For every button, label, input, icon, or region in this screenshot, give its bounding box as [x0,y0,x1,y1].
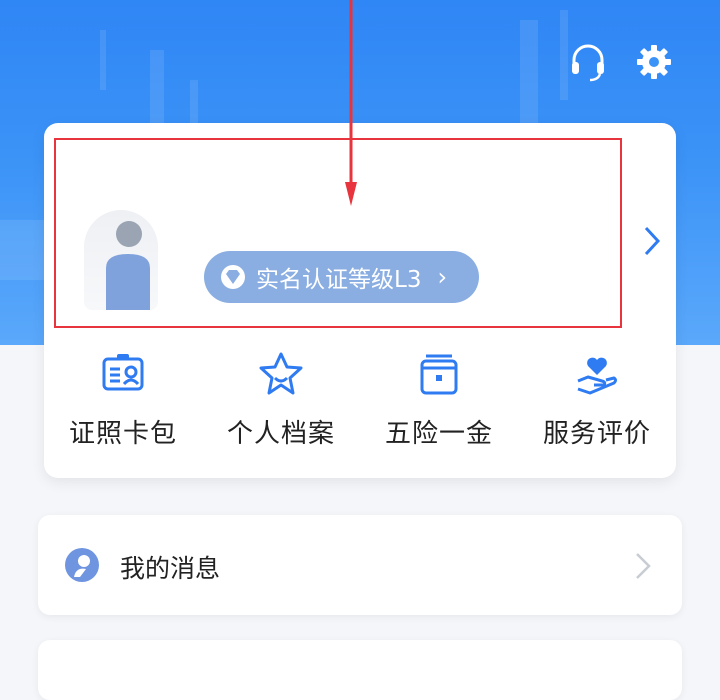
chevron-right-icon [636,553,651,579]
heart-hand-icon [577,357,617,395]
verification-level-label: 实名认证等级L3 [256,267,422,293]
star-profile-icon [259,352,303,395]
chevron-right-icon: › [437,263,448,291]
service-label: 五险一金 [384,419,493,449]
messages-row[interactable]: 我的消息 [38,515,682,615]
service-label: 服务评价 [542,419,651,449]
message-icon [65,548,99,582]
gear-icon[interactable] [632,40,676,84]
menu-row-next[interactable] [38,640,682,700]
service-id-wallet[interactable]: 证照卡包 [53,351,193,461]
messages-label: 我的消息 [120,554,221,583]
service-personal-profile[interactable]: 个人档案 [211,351,351,461]
diamond-icon [221,265,245,289]
service-insurance-fund[interactable]: 五险一金 [369,351,509,461]
headset-icon[interactable] [566,40,610,84]
annotation-arrow [345,0,357,206]
id-card-icon [102,354,144,391]
quick-services: 证照卡包 个人档案 五险一金 服务评价 [44,351,676,461]
profile-chevron-icon[interactable] [642,225,662,257]
profile-highlight-box[interactable]: 实名认证等级L3 › [54,138,622,328]
avatar[interactable] [84,210,158,310]
service-rating[interactable]: 服务评价 [527,351,667,461]
wallet-icon [420,354,458,395]
verification-level-button[interactable]: 实名认证等级L3 › [204,251,479,303]
service-label: 个人档案 [226,419,335,449]
service-label: 证照卡包 [68,419,177,449]
profile-card: 实名认证等级L3 › 证照卡包 个人档案 五险一金 服务评价 [44,123,676,478]
